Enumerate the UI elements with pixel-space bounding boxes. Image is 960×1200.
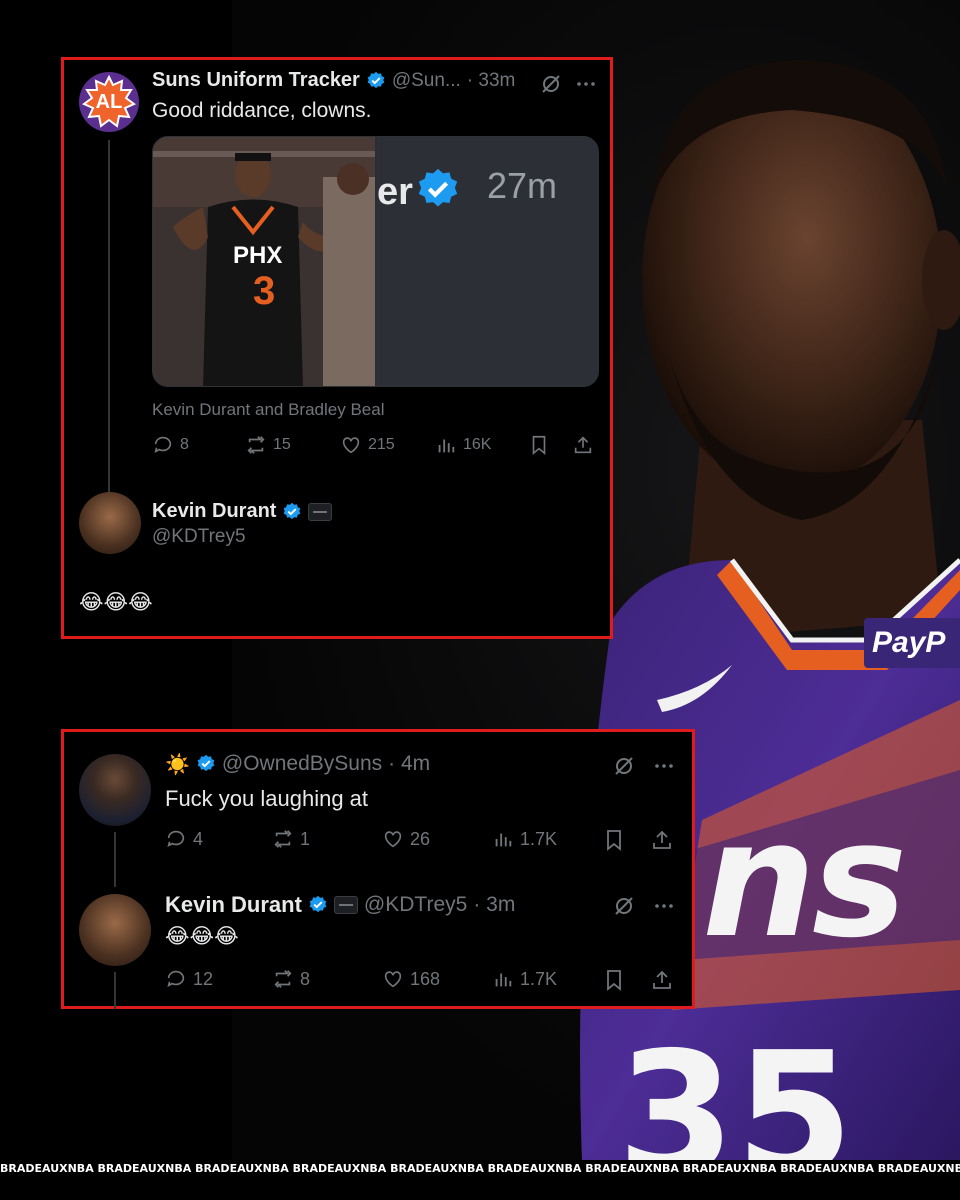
grok-icon[interactable] <box>612 894 636 918</box>
repost-icon <box>274 970 292 988</box>
reply-icon <box>167 830 185 847</box>
verified-badge-icon <box>197 754 215 772</box>
display-name[interactable]: Suns Uniform Tracker <box>152 69 360 92</box>
jersey-wordmark: ns <box>702 786 907 973</box>
heart-icon <box>342 437 360 454</box>
jersey-sponsor-text: PayP <box>872 626 946 659</box>
reply-icon <box>167 970 185 987</box>
thread-line <box>114 832 116 887</box>
timestamp[interactable]: · 4m <box>388 752 430 776</box>
repost-count: 1 <box>300 828 311 849</box>
more-icon[interactable] <box>652 894 676 918</box>
handle[interactable]: @Sun... <box>392 70 461 92</box>
heart-icon <box>384 971 402 988</box>
handle[interactable]: @OwnedBySuns <box>222 752 382 776</box>
watermark-strip: BRADEAUXNBA BRADEAUXNBA BRADEAUXNBA BRAD… <box>0 1162 960 1175</box>
repost-count: 15 <box>273 436 291 453</box>
reply-button[interactable]: 8 <box>152 434 189 456</box>
views-button[interactable]: 16K <box>435 434 491 456</box>
highlighted-tweet-card-top: AL Suns Uniform Tracker @Sun... · 33m Go… <box>61 57 613 639</box>
display-name[interactable]: Kevin Durant <box>152 500 276 523</box>
more-icon[interactable] <box>652 754 676 778</box>
jersey-number: 35 <box>617 1016 854 1160</box>
thread-line <box>108 140 110 535</box>
grok-icon[interactable] <box>612 754 636 778</box>
views-button[interactable]: 1.7K <box>492 968 557 990</box>
tweet-header: ☀️ @OwnedBySuns · 4m <box>165 752 430 776</box>
tweet-media[interactable]: PHX 3 er 27m <box>152 136 599 387</box>
reply-text: 😂😂😂 <box>79 590 153 614</box>
zoomed-screenshot: er 27m <box>377 137 598 386</box>
reply-count: 12 <box>193 968 214 989</box>
verified-badge-large-icon <box>418 168 458 207</box>
like-button[interactable]: 215 <box>340 434 395 456</box>
repost-icon <box>247 436 265 454</box>
timestamp[interactable]: · 3m <box>473 893 515 917</box>
reply-button[interactable]: 4 <box>165 828 203 850</box>
verified-badge-icon <box>309 895 327 913</box>
reply-button[interactable]: 12 <box>165 968 213 990</box>
grok-icon[interactable] <box>539 72 563 96</box>
repost-count: 8 <box>300 968 311 989</box>
repost-button[interactable]: 8 <box>272 968 310 990</box>
display-name[interactable]: ☀️ <box>165 752 190 776</box>
jersey-sponsor-patch: PayP <box>864 618 960 668</box>
avatar-logo-text: AL <box>95 90 123 113</box>
share-icon[interactable] <box>650 828 674 852</box>
handle[interactable]: @KDTrey5 <box>152 526 246 548</box>
media-jersey-number: 3 <box>253 269 276 313</box>
more-icon[interactable] <box>574 72 598 96</box>
tweet-header: Kevin Durant @KDTrey5 · 3m <box>165 892 515 918</box>
tweet-text: Fuck you laughing at <box>165 786 369 811</box>
like-button[interactable]: 168 <box>382 968 440 990</box>
repost-icon <box>274 830 292 848</box>
affiliate-badge-icon <box>333 896 358 914</box>
timestamp[interactable]: · 33m <box>467 70 516 92</box>
repost-button[interactable]: 15 <box>245 434 291 456</box>
zoomed-name-fragment: er <box>377 171 413 213</box>
verified-badge-icon <box>367 71 385 88</box>
views-icon <box>438 439 455 453</box>
thread-line <box>114 972 116 1009</box>
reply-icon <box>154 436 172 453</box>
suns-uniform-tracker-avatar[interactable]: AL <box>79 72 139 132</box>
view-count: 16K <box>463 436 492 453</box>
bookmark-icon[interactable] <box>602 968 626 992</box>
verified-badge-icon <box>284 502 301 519</box>
views-icon <box>495 973 512 987</box>
share-icon[interactable] <box>650 968 674 992</box>
tweet-header: Suns Uniform Tracker @Sun... · 33m <box>152 69 515 92</box>
views-icon <box>495 833 512 847</box>
ownedbysuns-avatar[interactable] <box>79 754 151 826</box>
views-button[interactable]: 1.7K <box>492 828 557 850</box>
like-count: 168 <box>410 968 441 989</box>
heart-icon <box>384 831 402 848</box>
share-icon[interactable] <box>572 434 594 456</box>
affiliate-badge-icon <box>308 502 333 521</box>
bookmark-icon[interactable] <box>528 434 550 456</box>
zoomed-time: 27m <box>487 165 558 206</box>
reply-header: Kevin Durant <box>152 500 333 523</box>
reply-count: 8 <box>180 436 189 453</box>
repost-button[interactable]: 1 <box>272 828 310 850</box>
like-button[interactable]: 26 <box>382 828 430 850</box>
media-jersey-text: PHX <box>233 242 283 269</box>
like-count: 26 <box>410 828 431 849</box>
tweet-text: Good riddance, clowns. <box>152 99 372 122</box>
media-caption: Kevin Durant and Bradley Beal <box>152 400 385 419</box>
handle[interactable]: @KDTrey5 <box>364 893 467 917</box>
reply-count: 4 <box>193 828 204 849</box>
highlighted-tweet-card-bottom: ☀️ @OwnedBySuns · 4m Fuck you laughing a… <box>61 729 695 1009</box>
view-count: 1.7K <box>520 968 558 989</box>
tweet-text: 😂😂😂 <box>165 924 239 948</box>
like-count: 215 <box>368 436 395 453</box>
bookmark-icon[interactable] <box>602 828 626 852</box>
kevin-durant-avatar[interactable] <box>79 492 141 554</box>
display-name[interactable]: Kevin Durant <box>165 892 302 918</box>
view-count: 1.7K <box>520 828 558 849</box>
kevin-durant-avatar[interactable] <box>79 894 151 966</box>
